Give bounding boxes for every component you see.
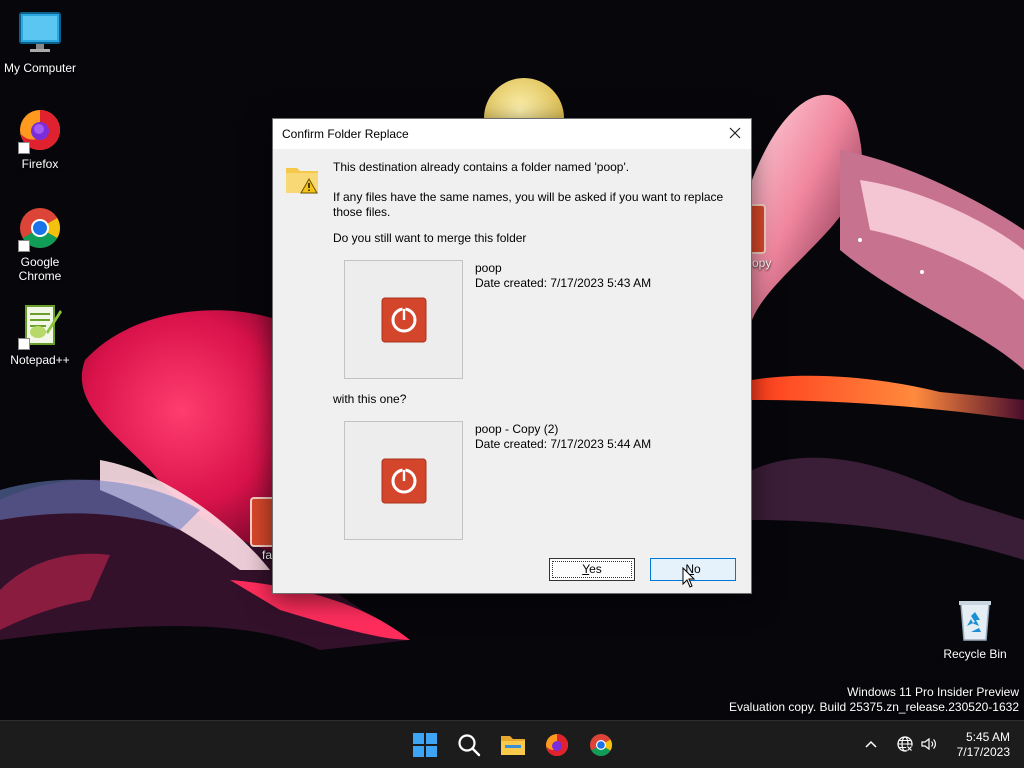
shortcut-arrow-icon: [18, 240, 30, 252]
file-explorer-icon: [501, 736, 525, 755]
firefox-taskbar-button[interactable]: [544, 732, 570, 758]
volume-icon[interactable]: [920, 735, 938, 753]
dialog-titlebar[interactable]: Confirm Folder Replace: [273, 119, 751, 149]
desktop-icon-chrome[interactable]: Google Chrome: [0, 204, 80, 283]
desktop-icon-label: Recycle Bin: [943, 647, 1007, 661]
mouse-cursor-icon: [682, 567, 696, 588]
chrome-icon: [16, 204, 64, 252]
desktop-icon-firefox[interactable]: Firefox: [0, 106, 80, 171]
file-explorer-button[interactable]: [500, 732, 526, 758]
folder-thumbnail-existing: [344, 260, 463, 379]
close-button[interactable]: [719, 119, 751, 149]
desktop-icon-label: Firefox: [21, 157, 59, 171]
shortcut-arrow-icon: [18, 338, 30, 350]
folder-info-existing: poop Date created: 7/17/2023 5:43 AM: [475, 261, 651, 291]
power-icon: [381, 297, 427, 343]
start-button[interactable]: [412, 732, 438, 758]
dialog-title: Confirm Folder Replace: [282, 127, 409, 141]
shortcut-arrow-icon: [18, 142, 30, 154]
search-button[interactable]: [456, 732, 482, 758]
taskbar: 5:45 AM 7/17/2023: [0, 720, 1024, 768]
dialog-question: Do you still want to merge this folder: [333, 231, 527, 245]
firefox-icon: [16, 106, 64, 154]
clock-time: 5:45 AM: [965, 730, 1010, 744]
monitor-icon: [16, 10, 64, 58]
folder-info-new: poop - Copy (2) Date created: 7/17/2023 …: [475, 422, 651, 452]
watermark-line2: Evaluation copy. Build 25375.zn_release.…: [729, 700, 1019, 714]
desktop-icon-recycle-bin[interactable]: Recycle Bin: [935, 596, 1015, 661]
recycle-bin-icon: [951, 596, 999, 644]
confirm-folder-replace-dialog: Confirm Folder Replace This destination …: [272, 118, 752, 594]
watermark-line1: Windows 11 Pro Insider Preview: [847, 685, 1019, 699]
desktop-icon-label: My Computer: [3, 61, 77, 75]
desktop-icon-notepadpp[interactable]: Notepad++: [0, 302, 80, 367]
desktop-icon-label: Notepad++: [10, 353, 70, 367]
folder-warning-icon: [285, 163, 321, 200]
desktop-icon-partial-label: fa: [262, 548, 273, 562]
chrome-icon: [590, 734, 612, 756]
folder-name: poop - Copy (2): [475, 422, 559, 436]
folder-thumbnail-new: [344, 421, 463, 540]
network-icon[interactable]: [896, 735, 914, 753]
folder-date: Date created: 7/17/2023 5:44 AM: [475, 437, 652, 451]
dialog-detail: If any files have the same names, you wi…: [333, 190, 724, 219]
folder-date: Date created: 7/17/2023 5:43 AM: [475, 276, 652, 290]
desktop-icon-my-computer[interactable]: My Computer: [0, 10, 80, 75]
power-icon: [381, 458, 427, 504]
desktop-icon-partial-label: opy: [752, 256, 772, 270]
dialog-message: This destination already contains a fold…: [333, 160, 630, 174]
chevron-up-icon[interactable]: [864, 737, 878, 751]
folder-name: poop: [475, 261, 502, 275]
search-icon: [458, 734, 481, 757]
desktop-icon-fa-partial[interactable]: [250, 497, 274, 547]
chrome-taskbar-button[interactable]: [588, 732, 614, 758]
clock-date: 7/17/2023: [956, 745, 1010, 759]
dialog-with-text: with this one?: [333, 392, 407, 406]
firefox-icon: [546, 734, 568, 756]
windows-watermark: Windows 11 Pro Insider Preview Evaluatio…: [729, 685, 1019, 715]
taskbar-clock[interactable]: 5:45 AM 7/17/2023: [957, 730, 1010, 760]
yes-button[interactable]: Yes: [549, 558, 635, 581]
start-icon: [413, 733, 437, 757]
desktop-icon-label: Google Chrome: [18, 255, 62, 283]
close-icon: [729, 127, 741, 139]
notepadpp-icon: [16, 302, 64, 350]
